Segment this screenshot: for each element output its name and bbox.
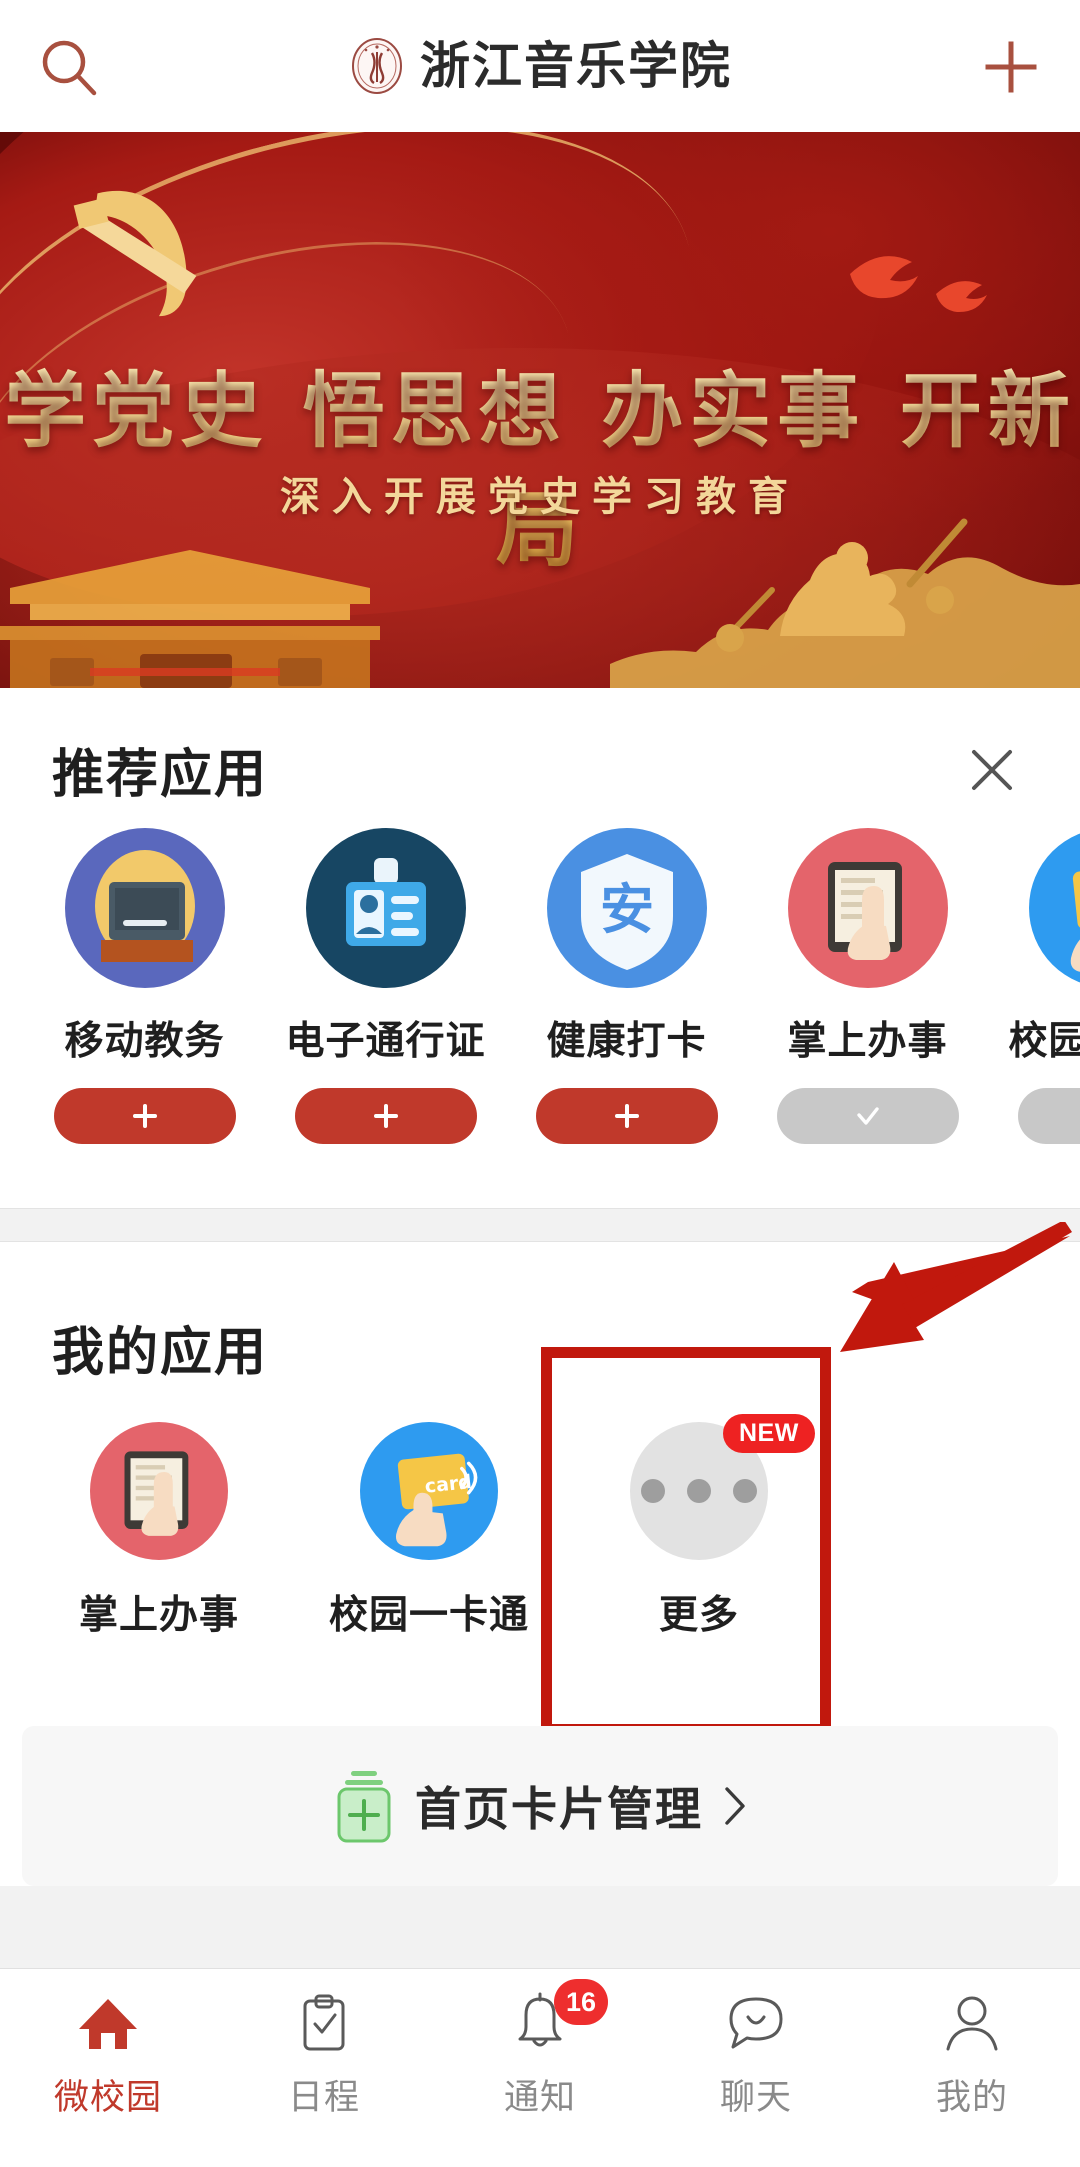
tab-notifications[interactable]: 16 通知 <box>432 1969 648 2167</box>
app-header: 浙江音乐学院 <box>0 0 1080 132</box>
app-added-button[interactable] <box>1017 1088 1080 1144</box>
campus-card-icon[interactable]: card <box>1028 828 1080 988</box>
doves-icon <box>850 256 987 313</box>
banner-headline: 学党史 悟思想 办实事 开新局 <box>0 344 1080 582</box>
plus-icon <box>132 1104 157 1128</box>
tab-label: 聊天 <box>719 2078 792 2117</box>
close-icon[interactable] <box>966 744 1018 796</box>
app-label: 电子通行证 <box>285 1020 486 1063</box>
bottom-tab-bar[interactable]: 微校园 日程 16 通知 聊天 我的 <box>0 1968 1080 2167</box>
dot <box>733 1479 757 1503</box>
home-card-management-button[interactable]: 首页卡片管理 <box>22 1726 1058 1886</box>
recommended-header: 推荐应用 <box>0 688 1080 828</box>
app-label: 更多 <box>658 1594 739 1637</box>
app-added-button[interactable] <box>776 1088 959 1144</box>
app-label: 掌上办事 <box>78 1594 239 1637</box>
chevron-right-icon <box>725 1787 745 1825</box>
my-app-item[interactable]: 掌上办事 <box>24 1422 294 1640</box>
recommended-apps-section: 推荐应用 移动教务 电子通行证 安 健康打卡 掌上办事 校园 <box>0 688 1080 1208</box>
plus-icon <box>614 1104 639 1128</box>
add-app-button[interactable] <box>53 1088 236 1144</box>
app-label: 健康打卡 <box>546 1020 707 1063</box>
recommended-app-item[interactable]: 安 健康打卡 <box>506 828 747 1144</box>
clipboard-check-icon <box>303 1994 345 2051</box>
tablet-hand-icon[interactable] <box>90 1422 228 1560</box>
recommended-app-item[interactable]: 移动教务 <box>24 828 265 1144</box>
shield-safe-icon[interactable]: 安 <box>546 828 707 988</box>
person-icon <box>946 1996 998 2051</box>
tab-profile[interactable]: 我的 <box>864 1969 1080 2167</box>
my-apps-list[interactable]: 掌上办事 card 校园一卡通 NEW 更多 <box>0 1414 1080 1640</box>
check-icon <box>856 1107 879 1125</box>
recommended-app-item[interactable]: card 校园一卡通 <box>988 828 1080 1144</box>
tab-weixiaoyuan[interactable]: 微校园 <box>0 1969 216 2167</box>
campus-card-icon[interactable]: card <box>360 1422 498 1560</box>
tab-schedule[interactable]: 日程 <box>216 1969 432 2167</box>
home-icon <box>79 1999 137 2049</box>
app-screen: 浙江音乐学院 学党史 悟思想 办实事 开新局 深入开展党史学习教育 推荐应用 移… <box>0 0 1080 2167</box>
section-divider <box>0 1208 1080 1242</box>
app-label: 校园一卡通 <box>328 1594 529 1637</box>
tab-label: 日程 <box>287 2078 360 2117</box>
my-app-item[interactable]: card 校园一卡通 <box>294 1422 564 1640</box>
tablet-hand-icon[interactable] <box>787 828 948 988</box>
my-apps-title: 我的应用 <box>52 1324 269 1382</box>
chat-bubble-icon <box>729 1997 783 2049</box>
app-label: 校园一卡通 <box>1008 1020 1080 1063</box>
svg-text:安: 安 <box>600 878 654 941</box>
page-title: 浙江音乐学院 <box>420 38 732 94</box>
add-app-button[interactable] <box>294 1088 477 1144</box>
new-badge: NEW <box>723 1414 815 1453</box>
party-history-banner[interactable]: 学党史 悟思想 办实事 开新局 深入开展党史学习教育 <box>0 132 1080 688</box>
dot <box>687 1479 711 1503</box>
computer-desktop-icon[interactable] <box>64 828 225 988</box>
dot <box>641 1479 665 1503</box>
university-seal-logo <box>352 38 402 94</box>
app-label: 掌上办事 <box>787 1020 948 1063</box>
tab-chat[interactable]: 聊天 <box>648 1969 864 2167</box>
id-card-icon[interactable] <box>305 828 466 988</box>
card-management-label: 首页卡片管理 <box>415 1783 703 1835</box>
notification-badge: 16 <box>554 1979 608 2025</box>
tab-label: 微校园 <box>53 2078 162 2117</box>
tab-label: 通知 <box>503 2078 576 2117</box>
plus-icon[interactable] <box>982 38 1040 96</box>
recommended-app-item[interactable]: 电子通行证 <box>265 828 506 1144</box>
my-app-item-more[interactable]: NEW 更多 <box>564 1414 834 1640</box>
plus-icon <box>373 1104 398 1128</box>
add-app-button[interactable] <box>535 1088 718 1144</box>
header-title-group: 浙江音乐学院 <box>0 0 1080 132</box>
banner-subtitle: 深入开展党史学习教育 <box>280 474 800 520</box>
hammer-sickle-party-emblem <box>73 190 197 317</box>
tab-label: 我的 <box>935 2078 1008 2117</box>
recommended-app-item[interactable]: 掌上办事 <box>747 828 988 1144</box>
page-background-filler <box>0 1886 1080 1968</box>
stacked-cards-plus-icon <box>337 1771 391 1843</box>
my-apps-section: 我的应用 掌上办事 card 校园一卡通 NEW 更多 <box>0 1242 1080 1726</box>
recommended-apps-list[interactable]: 移动教务 电子通行证 安 健康打卡 掌上办事 校园 <box>0 828 1080 1144</box>
app-label: 移动教务 <box>64 1020 225 1063</box>
recommended-title: 推荐应用 <box>52 746 269 804</box>
